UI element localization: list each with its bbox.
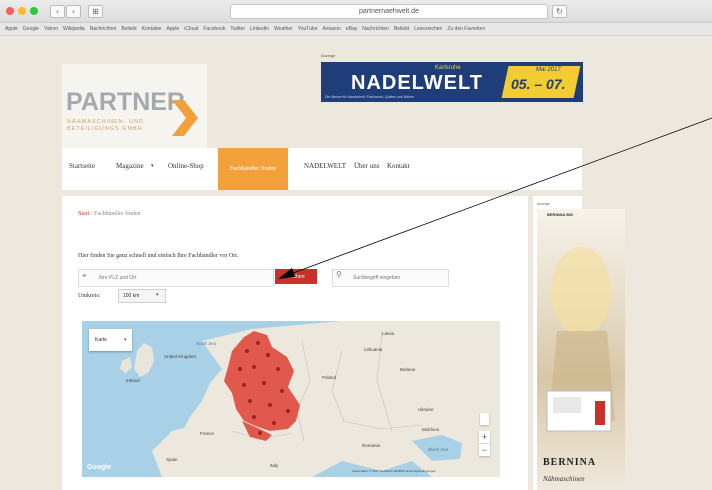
annotation-arrow xyxy=(278,117,712,279)
screen: ‹ › ⊞ partnernaehwelt.de ↻ Apple Google Ya… xyxy=(0,0,712,490)
